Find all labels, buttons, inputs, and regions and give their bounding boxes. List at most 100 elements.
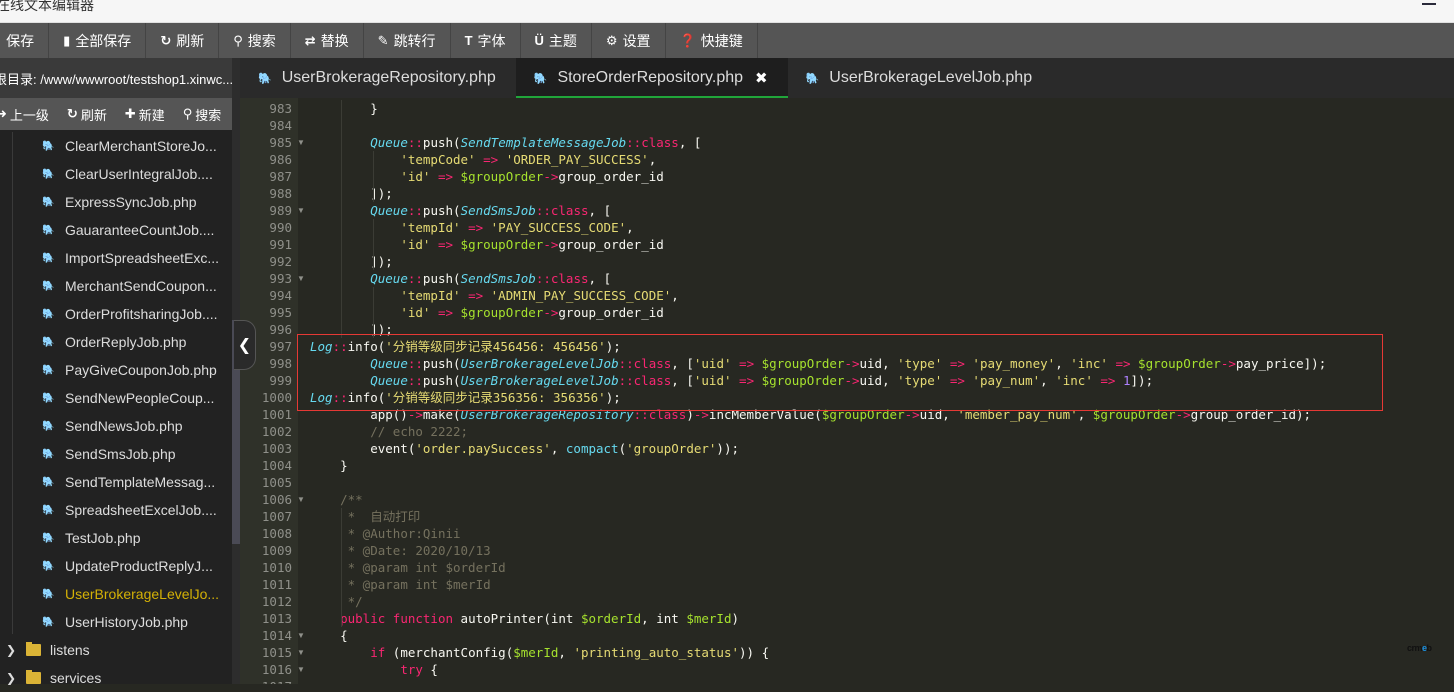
goto-line-button[interactable]: ✎ 跳转行 [364,23,451,58]
title-bar: 在线文本编辑器 [0,0,1454,23]
line-number: 999 [269,373,292,388]
line-number: 987 [269,169,292,184]
code-line: app()->make(UserBrokerageRepository::cla… [310,407,1312,422]
code-editor[interactable]: 983 984 985 ▼ 986 987 988 989 ▼ 990 991 992 993 ▼ 994 9… [240,98,1454,684]
close-tab-icon[interactable]: ✖ [755,69,768,87]
file-item[interactable]: 🐘 OrderReplyJob.php [42,328,186,356]
code-line: event('order.paySuccess', compact('group… [310,441,739,456]
line-number: 1010 [261,560,292,575]
settings-button[interactable]: ⚙ 设置 [592,23,666,58]
php-file-icon: 🐘 [42,448,55,460]
file-item[interactable]: 🐘 TestJob.php [42,524,141,552]
theme-button[interactable]: Ü 主题 [521,23,592,58]
line-number: 1008 [261,526,292,541]
collapse-sidebar-button[interactable]: ❮ [234,320,256,370]
php-file-icon: 🐘 [42,364,55,376]
shortcuts-button[interactable]: ❓ 快捷键 [666,23,758,58]
file-name: UpdateProductReplyJ... [65,558,213,574]
tab-file[interactable]: 🐘 StoreOrderRepository.php ✖ [515,58,788,98]
file-item[interactable]: 🐘 SendNewPeopleCoup... [42,384,214,412]
fold-arrow-icon[interactable]: ▼ [297,134,305,151]
file-item[interactable]: 🐘 SendNewsJob.php [42,412,183,440]
file-name: UserBrokerageLevelJo... [65,586,220,602]
file-item[interactable]: 🐘 ImportSpreadsheetExc... [42,244,219,272]
file-item[interactable]: 🐘 SendSmsJob.php [42,440,176,468]
font-button[interactable]: T 字体 [451,23,521,58]
php-file-icon: 🐘 [42,168,55,180]
plus-icon: ✚ [124,106,136,121]
file-item[interactable]: 🐘 SendTemplateMessag... [42,468,215,496]
file-item[interactable]: 🐘 PayGiveCouponJob.php [42,356,217,384]
file-item[interactable]: 🐘 ClearUserIntegralJob.... [42,160,213,188]
fold-arrow-icon[interactable]: ▼ [297,202,305,219]
save-icon: ▮ [0,33,1,49]
code-line: public function autoPrinter(int $orderId… [340,611,740,626]
line-number: 1015 [261,645,292,660]
minimize-button[interactable] [1422,3,1436,5]
sidebar-refresh-button[interactable]: ↻ 刷新 [67,105,107,124]
php-file-icon: 🐘 [42,196,55,208]
line-number: 1005 [261,475,292,490]
tab-label: StoreOrderRepository.php [557,69,744,86]
php-file-icon: 🐘 [42,252,55,264]
fold-arrow-icon[interactable]: ▼ [297,661,305,678]
chevron-right-icon: ❯ [6,671,17,685]
file-sidebar: 根目录: /www/wwwroot/testshop1.xinwc... ➜ 上一… [0,58,240,686]
folder-item[interactable]: ❯ services [6,664,101,692]
line-number: 1011 [261,577,292,592]
chevron-left-icon: ❮ [237,337,252,354]
file-item[interactable]: 🐘 SpreadsheetExcelJob.... [42,496,217,524]
file-item[interactable]: 🐘 UserHistoryJob.php [42,608,188,636]
save-label: 保存 [6,32,35,49]
gear-icon: ⚙ [605,32,618,48]
tab-file[interactable]: 🐘 UserBrokerageRepository.php [240,58,516,98]
file-item[interactable]: 🐘 ExpressSyncJob.php [42,188,197,216]
fold-arrow-icon[interactable]: ▼ [297,270,305,287]
code-line: 'id' => $groupOrder->group_order_id [400,169,664,184]
up-level-icon: ➜ [0,106,7,121]
tab-label: UserBrokerageLevelJob.php [829,69,1033,86]
file-item[interactable]: 🐘 ClearMerchantStoreJo... [42,132,217,160]
settings-label: 设置 [622,32,651,49]
theme-icon: Ü [534,33,544,48]
sidebar-search-button[interactable]: ⚲ 搜索 [183,105,222,124]
theme-label: 主题 [548,32,577,49]
fold-arrow-icon[interactable]: ▼ [297,627,305,644]
fold-arrow-icon[interactable]: ▼ [297,644,305,661]
search-button[interactable]: ⚲ 搜索 [219,23,291,58]
refresh-button[interactable]: ↻ 刷新 [146,23,220,58]
file-name: UserHistoryJob.php [65,614,188,630]
font-label: 字体 [477,32,506,49]
php-file-icon: 🐘 [258,72,272,85]
php-file-icon: 🐘 [42,280,55,292]
save-button[interactable]: ▮ 保存 [0,23,50,58]
indent-guide [373,219,374,270]
sidebar-actions: ➜ 上一级 ↻ 刷新 ✚ 新建 ⚲ 搜索 [0,98,240,130]
window-title: 在线文本编辑器 [0,0,94,13]
indent-guide [373,151,374,202]
php-file-icon: 🐘 [42,588,55,600]
replace-icon: ⇄ [304,32,316,48]
new-file-button[interactable]: ✚ 新建 [125,105,165,124]
fold-arrow-icon[interactable]: ▼ [297,491,305,508]
file-item[interactable]: 🐘 OrderProfitsharingJob.... [42,300,218,328]
file-item[interactable]: 🐘 UserBrokerageLevelJo... [42,580,219,608]
file-item[interactable]: 🐘 MerchantSendCoupon... [42,272,217,300]
php-file-icon: 🐘 [42,140,55,152]
file-item[interactable]: 🐘 UpdateProductReplyJ... [42,552,213,580]
php-file-icon: 🐘 [805,72,820,85]
replace-button[interactable]: ⇄ 替换 [291,23,364,58]
line-number: 990 [269,220,292,235]
code-line: Queue::push(UserBrokerageLevelJob::class… [370,373,1154,388]
code-line: } [310,458,348,473]
sidebar-refresh-label: 刷新 [80,107,107,123]
save-all-button[interactable]: ▮ 全部保存 [49,23,147,58]
up-level-button[interactable]: ➜ 上一级 [0,105,49,124]
toolbar: ▮ 保存 ▮全部保存 ↻刷新 ⚲搜索 ⇄替换 ✎跳转行 T字体 Ü 主题 ⚙设置 ❓… [0,23,1454,58]
file-item[interactable]: 🐘 GauaranteeCountJob.... [42,216,214,244]
tab-file[interactable]: 🐘 UserBrokerageLevelJob.php [788,58,1053,98]
code-line: ]); [310,322,393,337]
file-name: OrderReplyJob.php [65,334,187,350]
help-icon: ❓ [679,32,696,48]
folder-item[interactable]: ❯ listens [6,636,90,664]
